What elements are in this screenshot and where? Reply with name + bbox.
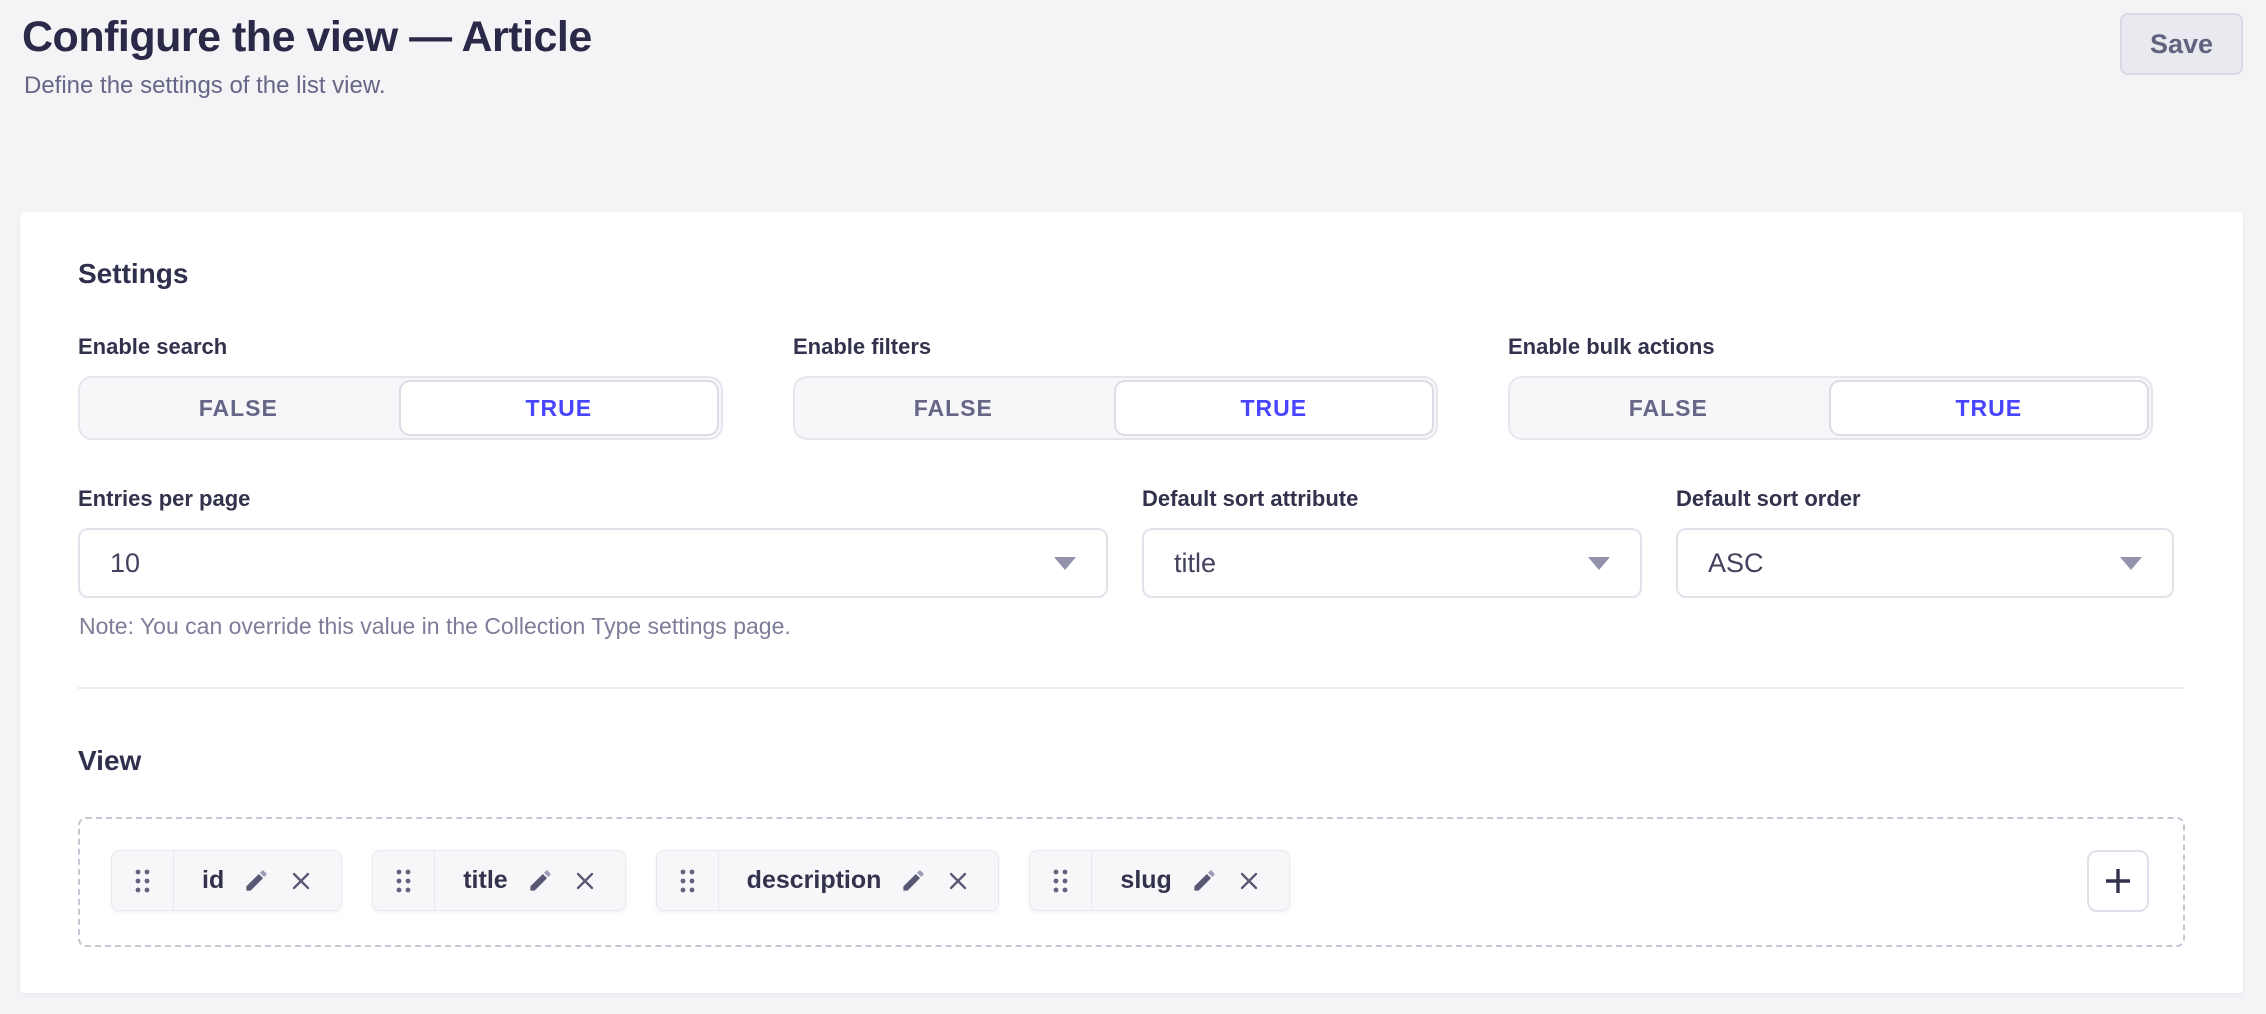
field-enable-search: Enable search FALSE TRUE — [78, 334, 723, 440]
view-field-chip-id[interactable]: id — [111, 850, 342, 911]
entries-per-page-select[interactable]: 10 — [78, 528, 1108, 598]
settings-card: Settings Enable search FALSE TRUE Enable… — [20, 212, 2243, 993]
caret-down-icon — [1588, 557, 1610, 570]
page-title: Configure the view — Article — [22, 10, 2243, 62]
enable-filters-label: Enable filters — [793, 334, 1438, 360]
entries-per-page-value: 10 — [110, 548, 140, 579]
edit-pencil-icon[interactable] — [243, 867, 270, 894]
toggles-row: Enable search FALSE TRUE Enable filters … — [78, 334, 2185, 440]
add-field-button[interactable] — [2087, 850, 2149, 912]
selects-row: Entries per page 10 Note: You can overri… — [78, 486, 2185, 639]
edit-pencil-icon[interactable] — [900, 867, 927, 894]
remove-x-icon[interactable] — [573, 869, 597, 893]
entries-per-page-label: Entries per page — [78, 486, 1108, 512]
enable-search-label: Enable search — [78, 334, 723, 360]
drag-handle-icon[interactable] — [112, 851, 174, 910]
chips-row: id title — [111, 850, 1290, 911]
enable-search-false-option[interactable]: FALSE — [80, 378, 397, 438]
default-sort-order-value: ASC — [1708, 548, 1764, 579]
remove-x-icon[interactable] — [289, 869, 313, 893]
enable-search-toggle[interactable]: FALSE TRUE — [78, 376, 723, 440]
enable-bulk-actions-label: Enable bulk actions — [1508, 334, 2153, 360]
view-field-chip-description[interactable]: description — [656, 850, 1000, 911]
field-enable-filters: Enable filters FALSE TRUE — [793, 334, 1438, 440]
section-divider — [78, 687, 2185, 689]
drag-handle-icon[interactable] — [373, 851, 435, 910]
drag-handle-icon[interactable] — [657, 851, 719, 910]
page-header: Configure the view — Article Define the … — [0, 0, 2266, 212]
view-section-heading: View — [78, 745, 2185, 777]
chip-label: description — [747, 866, 882, 895]
view-field-chip-slug[interactable]: slug — [1029, 850, 1289, 911]
view-fields-drop-zone[interactable]: id title — [78, 817, 2185, 947]
enable-bulk-actions-false-option[interactable]: FALSE — [1510, 378, 1827, 438]
enable-bulk-actions-toggle[interactable]: FALSE TRUE — [1508, 376, 2153, 440]
chip-label: id — [202, 866, 224, 895]
default-sort-attribute-select[interactable]: title — [1142, 528, 1642, 598]
page-subtitle: Define the settings of the list view. — [24, 72, 2243, 100]
settings-section-heading: Settings — [78, 258, 2185, 290]
default-sort-attribute-label: Default sort attribute — [1142, 486, 1642, 512]
caret-down-icon — [2120, 557, 2142, 570]
enable-filters-toggle[interactable]: FALSE TRUE — [793, 376, 1438, 440]
configure-view-page: Configure the view — Article Define the … — [0, 0, 2266, 1014]
default-sort-order-select[interactable]: ASC — [1676, 528, 2174, 598]
field-default-sort-order: Default sort order ASC — [1676, 486, 2174, 639]
caret-down-icon — [1054, 557, 1076, 570]
edit-pencil-icon[interactable] — [527, 867, 554, 894]
entries-per-page-note: Note: You can override this value in the… — [79, 613, 1108, 639]
default-sort-attribute-value: title — [1174, 548, 1216, 579]
enable-filters-true-option[interactable]: TRUE — [1114, 380, 1435, 436]
remove-x-icon[interactable] — [1237, 869, 1261, 893]
view-field-chip-title[interactable]: title — [372, 850, 625, 911]
field-enable-bulk-actions: Enable bulk actions FALSE TRUE — [1508, 334, 2153, 440]
plus-icon — [2103, 866, 2133, 896]
enable-bulk-actions-true-option[interactable]: TRUE — [1829, 380, 2150, 436]
default-sort-order-label: Default sort order — [1676, 486, 2174, 512]
field-default-sort-attribute: Default sort attribute title — [1142, 486, 1642, 639]
field-entries-per-page: Entries per page 10 Note: You can overri… — [78, 486, 1108, 639]
chip-label: title — [463, 866, 507, 895]
edit-pencil-icon[interactable] — [1191, 867, 1218, 894]
remove-x-icon[interactable] — [946, 869, 970, 893]
enable-search-true-option[interactable]: TRUE — [399, 380, 720, 436]
chip-label: slug — [1120, 866, 1171, 895]
enable-filters-false-option[interactable]: FALSE — [795, 378, 1112, 438]
drag-handle-icon[interactable] — [1030, 851, 1092, 910]
save-button[interactable]: Save — [2120, 13, 2243, 75]
